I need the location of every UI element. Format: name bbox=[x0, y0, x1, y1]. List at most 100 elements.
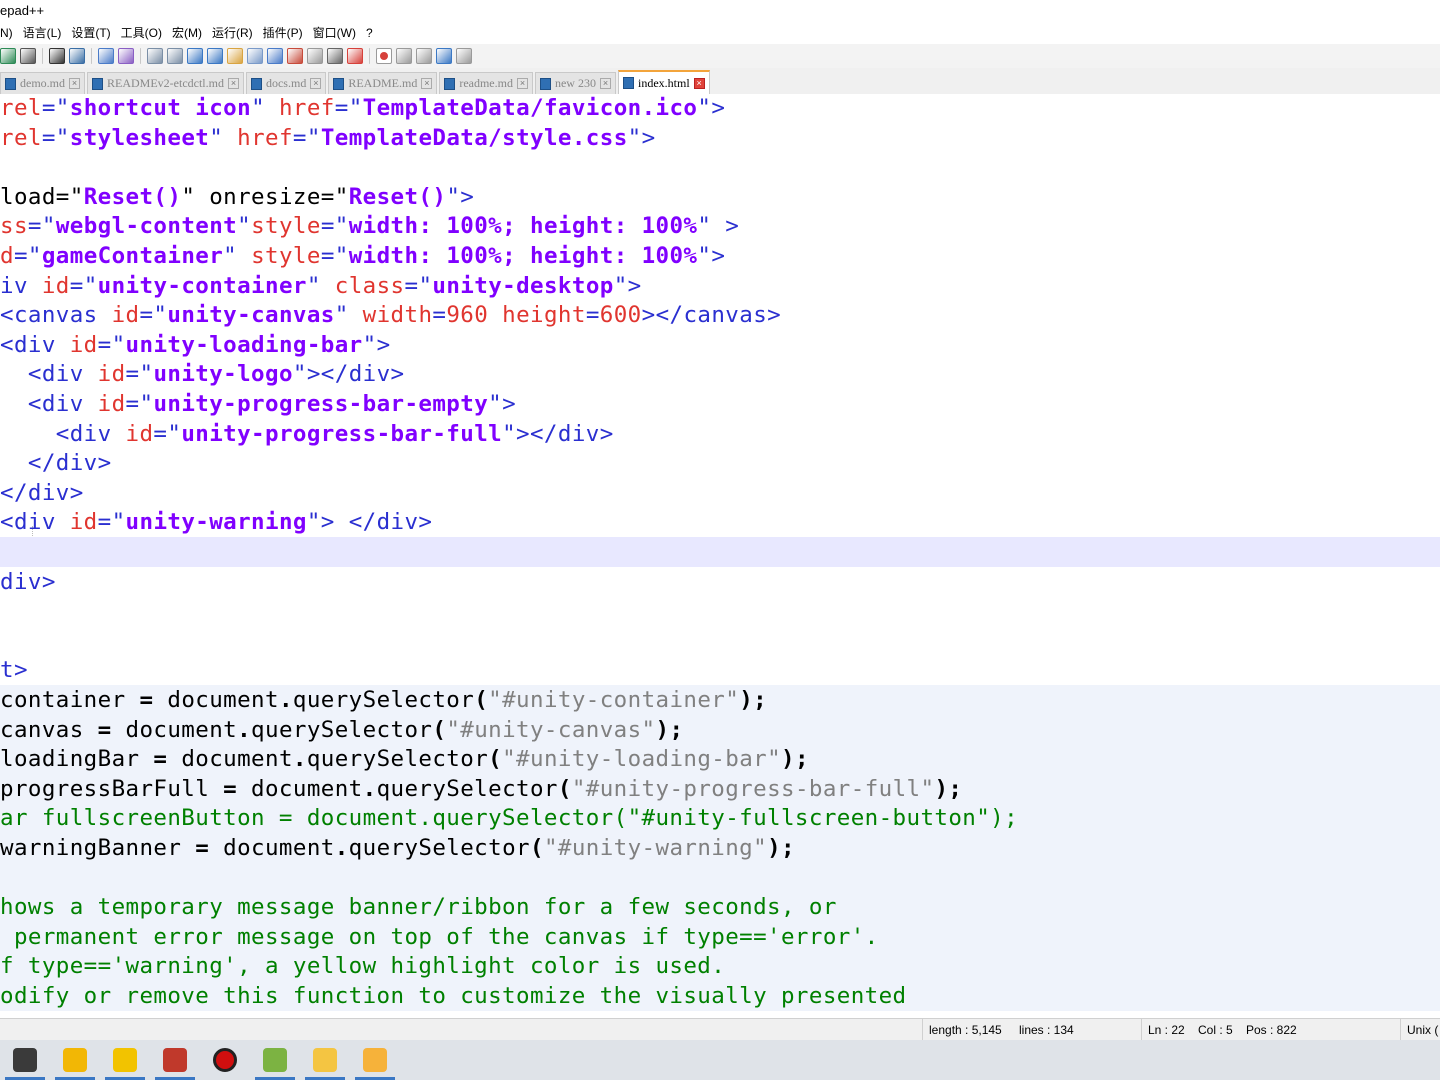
sticky-app-taskbar-button[interactable] bbox=[350, 1040, 400, 1080]
undo-icon[interactable] bbox=[20, 48, 36, 64]
tab-readmev2-etcdctl-md[interactable]: READMEv2-etcdctl.md × bbox=[87, 72, 244, 94]
menu-item-2[interactable]: 设置(T) bbox=[71, 22, 116, 44]
code-token: <div bbox=[0, 509, 70, 536]
close-tab-icon[interactable]: × bbox=[421, 78, 433, 89]
code-token: = bbox=[195, 835, 210, 861]
taskbar bbox=[0, 1040, 1440, 1080]
tab-bar: demo.md × READMEv2-etcdctl.md × docs.md × READ… bbox=[0, 68, 1440, 95]
sticky-app-icon bbox=[363, 1048, 387, 1072]
code-token: =" bbox=[320, 183, 349, 210]
code-token: querySelector bbox=[292, 687, 475, 713]
code-token: odify or remove this function to customi… bbox=[0, 983, 907, 1009]
tab-label: readme.md bbox=[459, 76, 513, 90]
code-token: stylesheet bbox=[69, 124, 210, 151]
tab-index-html[interactable]: index.html × bbox=[617, 70, 710, 94]
indent-guide-icon[interactable] bbox=[227, 48, 243, 64]
code-token: id bbox=[41, 272, 70, 299]
sync-h-icon[interactable] bbox=[167, 48, 183, 64]
folder-workspace-icon[interactable] bbox=[307, 48, 323, 64]
code-token: = bbox=[97, 716, 112, 743]
play-macro-icon[interactable] bbox=[416, 48, 432, 64]
code-token: = bbox=[153, 746, 168, 773]
code-editor[interactable]: rel="shortcut icon" href="TemplateData/f… bbox=[0, 94, 1440, 1018]
code-line: rel="shortcut icon" href="TemplateData/f… bbox=[0, 94, 1440, 123]
code-token: document bbox=[209, 835, 335, 861]
sync-v-icon[interactable] bbox=[147, 48, 163, 64]
obs-record-taskbar-button[interactable] bbox=[200, 1040, 250, 1080]
tab-docs-md[interactable]: docs.md × bbox=[245, 72, 327, 94]
postman-taskbar-button[interactable] bbox=[100, 1040, 150, 1080]
code-token: "> bbox=[627, 124, 656, 151]
menu-item-7[interactable]: 窗口(W) bbox=[313, 22, 362, 44]
zoom-out-icon[interactable] bbox=[118, 48, 134, 64]
unity-hub-taskbar-button[interactable] bbox=[0, 1040, 50, 1080]
tab-label: docs.md bbox=[265, 76, 307, 90]
code-token: =" bbox=[320, 243, 349, 269]
func-list-icon[interactable] bbox=[287, 48, 303, 64]
menu-item-1[interactable]: 语言(L) bbox=[23, 22, 68, 44]
toolbar-separator bbox=[140, 48, 141, 64]
close-tab-icon[interactable]: × bbox=[693, 77, 705, 89]
menu-item-3[interactable]: 工具(O) bbox=[121, 22, 168, 44]
code-token: "> </div> bbox=[306, 509, 433, 536]
toolbar-separator bbox=[42, 48, 43, 64]
code-token: ); bbox=[767, 835, 795, 861]
close-tab-icon[interactable]: × bbox=[227, 78, 239, 89]
menu-item-0[interactable]: N) bbox=[0, 22, 19, 44]
code-token: "></div> bbox=[292, 361, 405, 388]
code-token: " bbox=[306, 272, 335, 299]
code-token: unity-warning bbox=[125, 509, 307, 536]
file-icon bbox=[539, 77, 551, 90]
replace-icon[interactable] bbox=[69, 48, 85, 64]
camera-app-taskbar-button[interactable] bbox=[50, 1040, 100, 1080]
show-all-chars-icon[interactable] bbox=[207, 48, 223, 64]
stop-record-icon[interactable] bbox=[396, 48, 412, 64]
run-macro-multiple-icon[interactable] bbox=[436, 48, 452, 64]
redo-icon[interactable] bbox=[0, 48, 16, 64]
file-icon bbox=[5, 77, 16, 90]
file-explorer-taskbar-button[interactable] bbox=[300, 1040, 350, 1080]
zoom-in-icon[interactable] bbox=[98, 48, 114, 64]
close-tab-icon[interactable]: × bbox=[516, 78, 528, 89]
monitor-icon[interactable] bbox=[327, 48, 343, 64]
wrap-icon[interactable] bbox=[187, 48, 203, 64]
code-token: ></canvas> bbox=[641, 302, 782, 329]
close-tab-icon[interactable]: × bbox=[599, 78, 611, 89]
code-token: " bbox=[237, 213, 252, 240]
code-token: <div bbox=[0, 331, 70, 358]
tab-demo-md[interactable]: demo.md × bbox=[0, 72, 85, 94]
code-line: load="Reset()" onresize="Reset()"> bbox=[0, 182, 1440, 212]
preview-icon[interactable] bbox=[347, 48, 363, 64]
menu-item-6[interactable]: 插件(P) bbox=[263, 22, 309, 44]
code-token: "#unity-canvas" bbox=[446, 716, 656, 743]
record-macro-icon[interactable] bbox=[376, 48, 392, 64]
code-line: loadingBar = document.querySelector("#un… bbox=[0, 744, 1440, 775]
code-token: permanent error message on top of the ca… bbox=[0, 923, 879, 950]
code-token: =" bbox=[334, 95, 363, 121]
menu-item-5[interactable]: 运行(R) bbox=[212, 22, 259, 44]
tab-new-230[interactable]: new 230 × bbox=[534, 72, 616, 94]
doc-map-icon[interactable] bbox=[267, 48, 283, 64]
window-title: epad++ bbox=[0, 0, 1440, 22]
rider-taskbar-button[interactable] bbox=[150, 1040, 200, 1080]
tab-readme-md[interactable]: README.md × bbox=[328, 72, 438, 94]
code-token: "> bbox=[697, 243, 726, 269]
code-token: id bbox=[125, 420, 154, 447]
tab-readme-md[interactable]: readme.md × bbox=[439, 72, 533, 94]
udl-icon[interactable] bbox=[247, 48, 263, 64]
code-token: rel bbox=[0, 95, 42, 121]
notepad-plus-plus-taskbar-button[interactable] bbox=[250, 1040, 300, 1080]
menu-item-4[interactable]: 宏(M) bbox=[172, 22, 208, 44]
find-icon[interactable] bbox=[49, 48, 65, 64]
code-token: height bbox=[502, 302, 586, 329]
code-line: <canvas id="unity-canvas" width=960 heig… bbox=[0, 300, 1440, 330]
menu-item-8[interactable]: ? bbox=[366, 22, 379, 44]
save-macro-icon[interactable] bbox=[456, 48, 472, 64]
status-lines: lines : 134 bbox=[1019, 1023, 1074, 1037]
code-token: "#unity-container" bbox=[488, 687, 740, 713]
close-tab-icon[interactable]: × bbox=[310, 78, 322, 89]
close-tab-icon[interactable]: × bbox=[69, 78, 80, 89]
code-token: </div> bbox=[0, 450, 112, 477]
code-token: unity-desktop bbox=[432, 272, 614, 299]
code-token: =" bbox=[97, 509, 126, 536]
